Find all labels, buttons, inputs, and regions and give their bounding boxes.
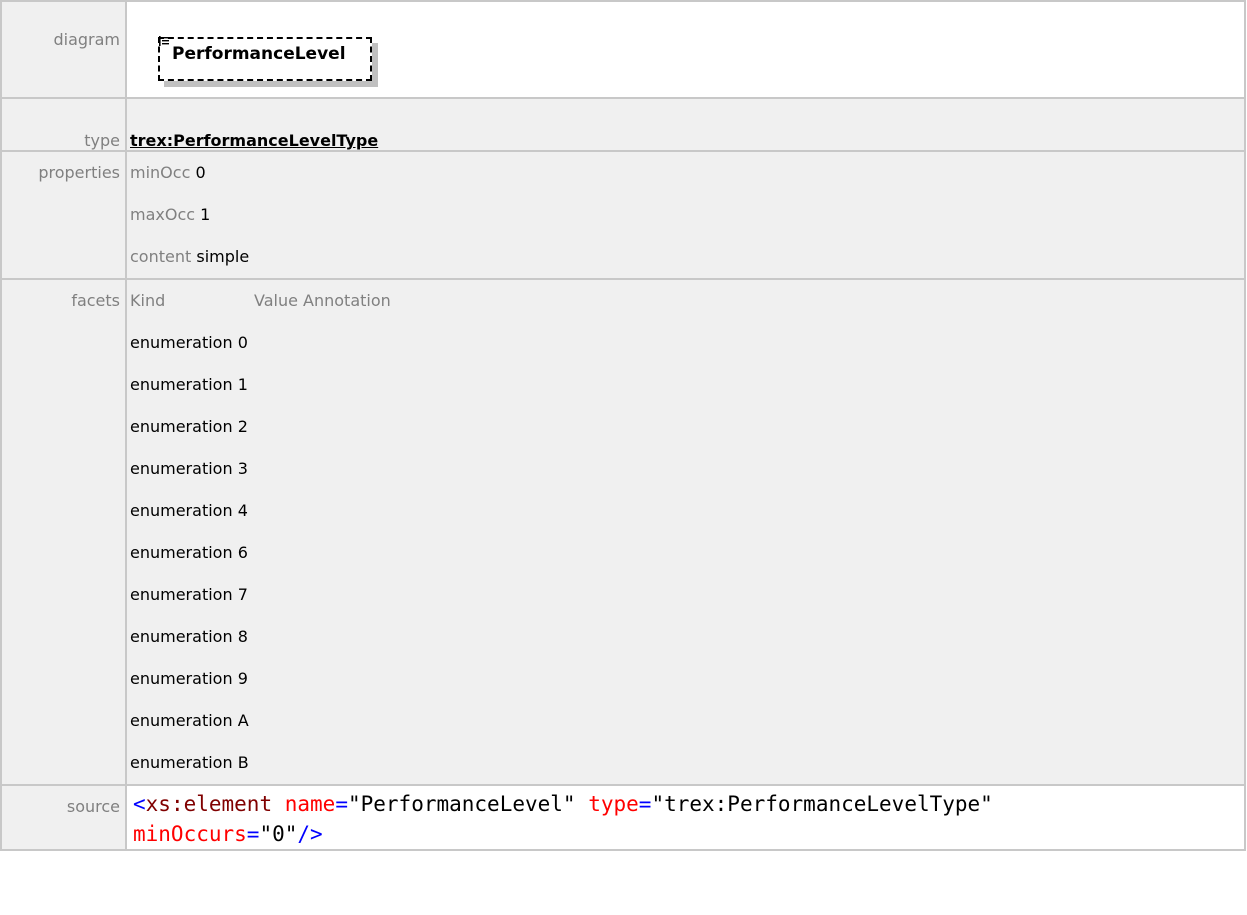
property-item: content simple [130, 236, 1244, 278]
source-cell: <xs:element name="PerformanceLevel" type… [125, 784, 1246, 851]
facet-value: 6 [237, 543, 248, 562]
diagram-row-label: diagram [0, 0, 127, 99]
facet-item: enumeration B [130, 742, 1244, 784]
source-row: source <xs:element name="PerformanceLeve… [0, 784, 1246, 851]
facet-value: 0 [237, 333, 248, 352]
element-diagram[interactable]: PerformanceLevel [158, 34, 384, 87]
xml-attr-value: "PerformanceLevel" [347, 792, 576, 816]
facet-value: B [237, 753, 249, 772]
facet-value: 4 [237, 501, 248, 520]
facet-value: 2 [237, 417, 248, 436]
property-item: minOcc 0 [130, 152, 1244, 194]
xml-attr-value: "0" [259, 822, 298, 846]
element-list-icon [159, 36, 169, 46]
facet-kind: enumeration [130, 459, 233, 478]
facet-item: enumeration 4 [130, 490, 1244, 532]
facet-value: 1 [237, 375, 248, 394]
facet-value: 9 [237, 669, 248, 688]
facet-item: enumeration 3 [130, 448, 1244, 490]
xml-tag-name: xs:element [145, 792, 273, 816]
xml-attr-value: "trex:PerformanceLevelType" [651, 792, 993, 816]
xml-attr-name: type [588, 792, 639, 816]
property-value: 0 [195, 163, 206, 182]
facet-kind: enumeration [130, 333, 233, 352]
facet-kind: enumeration [130, 543, 233, 562]
type-cell: trex:PerformanceLevelType [125, 97, 1246, 152]
property-item: maxOcc 1 [130, 194, 1244, 236]
facets-header-kind: Kind [130, 291, 166, 310]
facets-row-label: facets [0, 278, 127, 786]
facet-value: A [237, 711, 249, 730]
facet-item: enumeration 2 [130, 406, 1244, 448]
facet-item: enumeration 6 [130, 532, 1244, 574]
type-link[interactable]: trex:PerformanceLevelType [130, 131, 378, 150]
facet-kind: enumeration [130, 627, 233, 646]
facets-header: Kind Value Annotation [130, 280, 1244, 322]
xml-attr-name: minOccurs [133, 822, 247, 846]
xml-equals: = [638, 792, 652, 816]
xml-open-bracket: < [133, 792, 146, 816]
facet-item: enumeration 1 [130, 364, 1244, 406]
property-key: minOcc [130, 163, 191, 182]
facet-item: enumeration A [130, 700, 1244, 742]
diagram-element-name: PerformanceLevel [172, 44, 346, 64]
facet-kind: enumeration [130, 669, 233, 688]
facet-kind: enumeration [130, 585, 233, 604]
properties-row: properties minOcc 0 maxOcc 1 content sim… [0, 150, 1246, 280]
xml-equals: = [335, 792, 348, 816]
property-value: simple [196, 247, 250, 266]
facet-value: 3 [237, 459, 248, 478]
facet-value: 8 [237, 627, 248, 646]
properties-cell: minOcc 0 maxOcc 1 content simple [125, 150, 1246, 280]
source-row-label: source [0, 784, 127, 851]
xml-self-close: /> [297, 822, 323, 846]
property-key: content [130, 247, 192, 266]
facet-item: enumeration 8 [130, 616, 1244, 658]
type-row: type trex:PerformanceLevelType [0, 97, 1246, 152]
xml-equals: = [246, 822, 260, 846]
facet-kind: enumeration [130, 711, 233, 730]
facet-kind: enumeration [130, 375, 233, 394]
property-value: 1 [200, 205, 211, 224]
facet-item: enumeration 7 [130, 574, 1244, 616]
source-code: <xs:element name="PerformanceLevel" type… [133, 786, 1244, 849]
facet-item: enumeration 9 [130, 658, 1244, 700]
schema-element-doc-table: diagram type trex:PerformanceLevelType p… [0, 0, 1246, 851]
type-row-label: type [0, 97, 127, 152]
properties-row-label: properties [0, 150, 127, 280]
facet-kind: enumeration [130, 753, 233, 772]
facets-cell: Kind Value Annotation enumeration 0 enume… [125, 278, 1246, 786]
xml-attr-name: name [284, 792, 336, 816]
facet-item: enumeration 0 [130, 322, 1244, 364]
facet-value: 7 [237, 585, 248, 604]
property-key: maxOcc [130, 205, 196, 224]
facets-row: facets Kind Value Annotation enumeration … [0, 278, 1246, 786]
facets-header-value-annotation: Value Annotation [254, 291, 391, 310]
facet-kind: enumeration [130, 417, 233, 436]
facet-kind: enumeration [130, 501, 233, 520]
